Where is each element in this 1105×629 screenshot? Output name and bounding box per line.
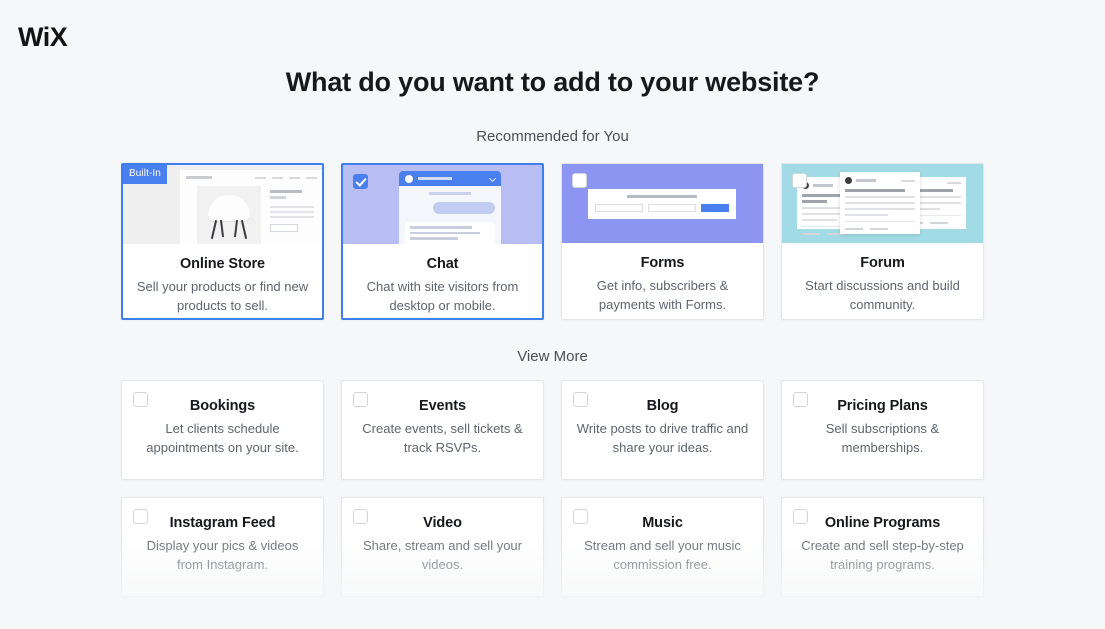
app-card-description: Let clients schedule appointments on you…	[146, 421, 299, 455]
store-preview-product-photo	[197, 186, 261, 244]
app-card-title: Music	[642, 515, 683, 531]
app-checkbox-online-programs[interactable]	[793, 509, 808, 524]
app-card-description: Create and sell step-by-step training pr…	[801, 538, 964, 572]
app-checkbox-pricing-plans[interactable]	[793, 392, 808, 407]
app-card-title: Online Store	[179, 256, 265, 272]
app-thumbnail-forum	[782, 164, 983, 243]
app-card-title: Bookings	[189, 398, 256, 414]
page-title: What do you want to add to your website?	[285, 67, 820, 97]
forms-preview	[588, 189, 736, 219]
app-checkbox-chat[interactable]	[353, 174, 368, 189]
app-card-description: Sell your products or find new products …	[136, 279, 309, 313]
app-card-chat[interactable]: Chat Chat with site visitors from deskto…	[341, 163, 544, 320]
app-card-description: Display your pics & videos from Instagra…	[146, 538, 299, 572]
app-card-online-store[interactable]: Built-In Online Store Sell your products…	[121, 163, 324, 320]
app-card-title: Instagram Feed	[169, 515, 276, 531]
app-checkbox-bookings[interactable]	[133, 392, 148, 407]
app-checkbox-forms[interactable]	[572, 173, 587, 188]
app-card-online-programs[interactable]: Online Programs Create and sell step-by-…	[781, 497, 984, 597]
forum-preview-post-featured	[840, 172, 920, 234]
app-checkbox-video[interactable]	[353, 509, 368, 524]
store-preview-product-info	[270, 190, 314, 232]
app-card-title: Forum	[860, 255, 905, 271]
app-card-description: Share, stream and sell your videos.	[363, 538, 522, 572]
recommended-section-label: Recommended for You	[476, 128, 629, 145]
built-in-badge: Built-In	[123, 165, 167, 184]
app-card-title: Events	[419, 398, 466, 414]
app-card-video[interactable]: Video Share, stream and sell your videos…	[341, 497, 544, 597]
chat-preview	[399, 171, 501, 244]
store-preview	[180, 170, 322, 244]
chat-preview-incoming-bubble	[405, 222, 495, 244]
app-checkbox-music[interactable]	[573, 509, 588, 524]
app-card-forum[interactable]: Forum Start discussions and build commun…	[781, 163, 984, 320]
chat-preview-outgoing-bubble	[433, 202, 495, 214]
store-preview-links	[255, 176, 317, 179]
app-checkbox-blog[interactable]	[573, 392, 588, 407]
app-checkbox-events[interactable]	[353, 392, 368, 407]
app-thumbnail-online-store: Built-In	[123, 165, 322, 244]
app-card-title: Pricing Plans	[837, 398, 928, 414]
view-more-section-label: View More	[517, 348, 588, 365]
wix-logo[interactable]: WiX	[18, 24, 68, 51]
app-card-description: Start discussions and build community.	[805, 278, 960, 312]
app-card-bookings[interactable]: Bookings Let clients schedule appointmen…	[121, 380, 324, 480]
app-thumbnail-forms	[562, 164, 763, 243]
app-checkbox-forum[interactable]	[792, 173, 807, 188]
store-preview-nav	[186, 176, 317, 179]
app-card-title: Forms	[640, 255, 685, 271]
app-card-description: Get info, subscribers & payments with Fo…	[596, 278, 729, 312]
recommended-app-grid: Built-In Online Store Sell your products…	[0, 163, 1105, 320]
forms-preview-name-field	[595, 204, 643, 212]
app-card-description: Create events, sell tickets & track RSVP…	[362, 421, 523, 455]
forms-preview-submit-button	[701, 204, 729, 212]
app-card-instagram-feed[interactable]: Instagram Feed Display your pics & video…	[121, 497, 324, 597]
app-card-blog[interactable]: Blog Write posts to drive traffic and sh…	[561, 380, 764, 480]
app-card-description: Write posts to drive traffic and share y…	[576, 421, 749, 455]
app-card-title: Blog	[646, 398, 679, 414]
app-card-description: Chat with site visitors from desktop or …	[366, 279, 519, 313]
app-card-pricing-plans[interactable]: Pricing Plans Sell subscriptions & membe…	[781, 380, 984, 480]
app-card-music[interactable]: Music Stream and sell your music commiss…	[561, 497, 764, 597]
store-preview-brand	[186, 176, 212, 179]
chat-preview-header	[399, 171, 501, 186]
app-card-title: Chat	[426, 256, 459, 272]
app-card-forms[interactable]: Forms Get info, subscribers & payments w…	[561, 163, 764, 320]
app-thumbnail-chat	[343, 165, 542, 244]
app-card-description: Stream and sell your music commission fr…	[584, 538, 741, 572]
app-card-title: Online Programs	[824, 515, 941, 531]
forms-preview-email-field	[648, 204, 696, 212]
app-card-title: Video	[423, 515, 462, 531]
app-checkbox-instagram-feed[interactable]	[133, 509, 148, 524]
app-card-description: Sell subscriptions & memberships.	[825, 421, 940, 455]
view-more-app-grid: Bookings Let clients schedule appointmen…	[0, 380, 1105, 597]
app-card-events[interactable]: Events Create events, sell tickets & tra…	[341, 380, 544, 480]
